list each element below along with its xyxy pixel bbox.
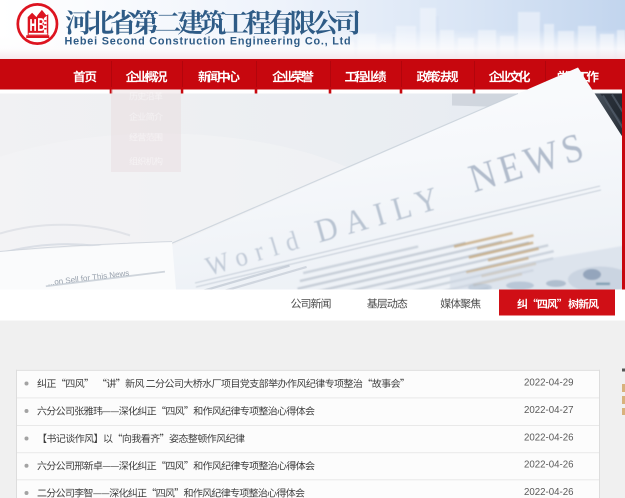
svg-text:Hebei Second Construction Engi: Hebei Second Construction Engineering Co… [65, 36, 352, 48]
svg-text:2022-04-27: 2022-04-27 [524, 405, 574, 416]
svg-text:2022-04-26: 2022-04-26 [524, 460, 574, 471]
svg-text:2022-04-29: 2022-04-29 [524, 377, 574, 388]
svg-text:2022-04-26: 2022-04-26 [524, 432, 574, 443]
svg-text:2022-04-26: 2022-04-26 [524, 487, 574, 498]
